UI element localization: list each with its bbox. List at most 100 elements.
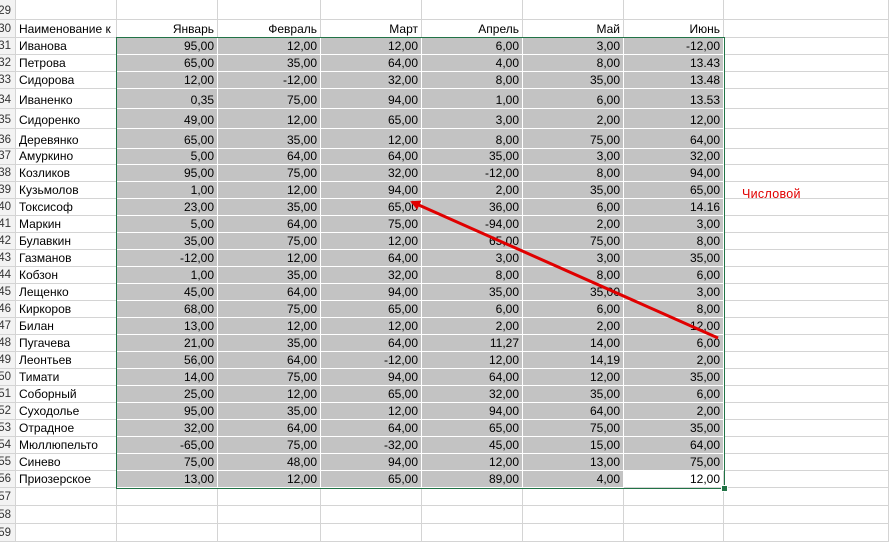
value-cell[interactable]: 35,00 bbox=[624, 420, 724, 437]
row-header[interactable]: 47 bbox=[0, 318, 16, 335]
value-cell[interactable]: 65,00 bbox=[321, 386, 422, 403]
cell[interactable] bbox=[724, 55, 889, 72]
row-header[interactable]: 48 bbox=[0, 335, 16, 352]
cell[interactable] bbox=[422, 524, 523, 542]
row-header[interactable]: 49 bbox=[0, 352, 16, 369]
value-cell[interactable]: 35,00 bbox=[624, 369, 724, 386]
cell[interactable] bbox=[321, 488, 422, 506]
value-cell[interactable]: 14.16 bbox=[624, 199, 724, 216]
value-cell[interactable]: 2,00 bbox=[523, 109, 624, 129]
cell[interactable] bbox=[724, 386, 889, 403]
value-cell[interactable]: 75,00 bbox=[218, 437, 321, 454]
value-cell[interactable]: 8,00 bbox=[523, 267, 624, 284]
cell[interactable] bbox=[117, 524, 218, 542]
value-cell[interactable]: 2,00 bbox=[523, 216, 624, 233]
cell[interactable] bbox=[16, 506, 117, 524]
value-cell[interactable]: 12,00 bbox=[321, 233, 422, 250]
name-cell[interactable]: Билан bbox=[16, 318, 117, 335]
value-cell[interactable]: 64,00 bbox=[321, 335, 422, 352]
name-cell[interactable]: Киркоров bbox=[16, 301, 117, 318]
value-cell[interactable]: 12,00 bbox=[624, 109, 724, 129]
value-cell[interactable]: 75,00 bbox=[624, 454, 724, 471]
name-cell[interactable]: Кузьмолов bbox=[16, 182, 117, 199]
value-cell[interactable]: 64,00 bbox=[321, 149, 422, 165]
value-cell[interactable]: 35,00 bbox=[218, 129, 321, 149]
row-header[interactable]: 59 bbox=[0, 524, 16, 542]
row-header[interactable]: 54 bbox=[0, 437, 16, 454]
cell[interactable] bbox=[624, 488, 724, 506]
value-cell[interactable]: 12,00 bbox=[218, 182, 321, 199]
cell[interactable] bbox=[724, 369, 889, 386]
value-cell[interactable]: 35,00 bbox=[218, 267, 321, 284]
value-cell[interactable]: 94,00 bbox=[422, 403, 523, 420]
cell[interactable] bbox=[724, 403, 889, 420]
value-cell[interactable]: 8,00 bbox=[624, 233, 724, 250]
row-header[interactable]: 55 bbox=[0, 454, 16, 471]
name-cell[interactable]: Соборный bbox=[16, 386, 117, 403]
value-cell[interactable]: 64,00 bbox=[321, 250, 422, 267]
value-cell[interactable]: 8,00 bbox=[422, 72, 523, 89]
value-cell[interactable]: 64,00 bbox=[422, 369, 523, 386]
value-cell[interactable]: 23,00 bbox=[117, 199, 218, 216]
value-cell[interactable]: 64,00 bbox=[218, 420, 321, 437]
cell[interactable] bbox=[724, 318, 889, 335]
cell[interactable] bbox=[724, 20, 889, 38]
value-cell[interactable]: 94,00 bbox=[321, 369, 422, 386]
row-header[interactable]: 42 bbox=[0, 233, 16, 250]
value-cell[interactable]: 3,00 bbox=[523, 38, 624, 55]
value-cell[interactable]: 0,35 bbox=[117, 89, 218, 109]
value-cell[interactable]: 3,00 bbox=[422, 109, 523, 129]
value-cell[interactable]: 32,00 bbox=[321, 165, 422, 182]
row-header[interactable]: 44 bbox=[0, 267, 16, 284]
cell[interactable] bbox=[724, 488, 889, 506]
row-header[interactable]: 33 bbox=[0, 72, 16, 89]
cell[interactable] bbox=[117, 0, 218, 20]
cell[interactable] bbox=[724, 216, 889, 233]
cell[interactable] bbox=[724, 233, 889, 250]
value-cell[interactable]: 35,00 bbox=[422, 284, 523, 301]
row-header[interactable]: 34 bbox=[0, 89, 16, 109]
row-header[interactable]: 51 bbox=[0, 386, 16, 403]
value-cell[interactable]: 12,00 bbox=[218, 250, 321, 267]
row-header-30[interactable]: 30 bbox=[0, 20, 16, 38]
value-cell[interactable]: -12,00 bbox=[218, 72, 321, 89]
value-cell[interactable]: 2,00 bbox=[624, 403, 724, 420]
value-cell[interactable]: 12,00 bbox=[321, 129, 422, 149]
name-cell[interactable]: Лещенко bbox=[16, 284, 117, 301]
row-header[interactable]: 32 bbox=[0, 55, 16, 72]
column-header-4[interactable]: Март bbox=[321, 20, 422, 38]
name-cell[interactable]: Булавкин bbox=[16, 233, 117, 250]
cell[interactable] bbox=[724, 0, 889, 20]
value-cell[interactable]: 2,00 bbox=[422, 318, 523, 335]
value-cell[interactable]: 3,00 bbox=[624, 216, 724, 233]
value-cell[interactable]: 95,00 bbox=[117, 165, 218, 182]
value-cell[interactable]: 8,00 bbox=[523, 55, 624, 72]
value-cell[interactable]: 68,00 bbox=[117, 301, 218, 318]
value-cell[interactable]: 75,00 bbox=[218, 233, 321, 250]
cell[interactable] bbox=[523, 488, 624, 506]
cell[interactable] bbox=[724, 420, 889, 437]
value-cell[interactable]: 8,00 bbox=[624, 301, 724, 318]
value-cell[interactable]: 64,00 bbox=[321, 55, 422, 72]
row-header-29[interactable]: 29 bbox=[0, 0, 16, 20]
value-cell[interactable]: 75,00 bbox=[218, 165, 321, 182]
cell[interactable] bbox=[218, 506, 321, 524]
value-cell[interactable]: 65,00 bbox=[321, 109, 422, 129]
cell[interactable] bbox=[523, 524, 624, 542]
name-cell[interactable]: Синево bbox=[16, 454, 117, 471]
value-cell[interactable]: 35,00 bbox=[218, 403, 321, 420]
cell[interactable] bbox=[724, 129, 889, 149]
cell[interactable] bbox=[724, 38, 889, 55]
value-cell[interactable]: 13,00 bbox=[117, 471, 218, 488]
cell[interactable] bbox=[117, 488, 218, 506]
value-cell[interactable]: 64,00 bbox=[624, 437, 724, 454]
value-cell[interactable]: 6,00 bbox=[624, 267, 724, 284]
value-cell[interactable]: 64,00 bbox=[523, 403, 624, 420]
cell[interactable] bbox=[724, 89, 889, 109]
name-cell[interactable]: Отрадное bbox=[16, 420, 117, 437]
value-cell[interactable]: 65,00 bbox=[321, 301, 422, 318]
value-cell[interactable]: -12,00 bbox=[422, 165, 523, 182]
value-cell[interactable]: 3,00 bbox=[422, 250, 523, 267]
value-cell[interactable]: 6,00 bbox=[523, 199, 624, 216]
row-header[interactable]: 45 bbox=[0, 284, 16, 301]
